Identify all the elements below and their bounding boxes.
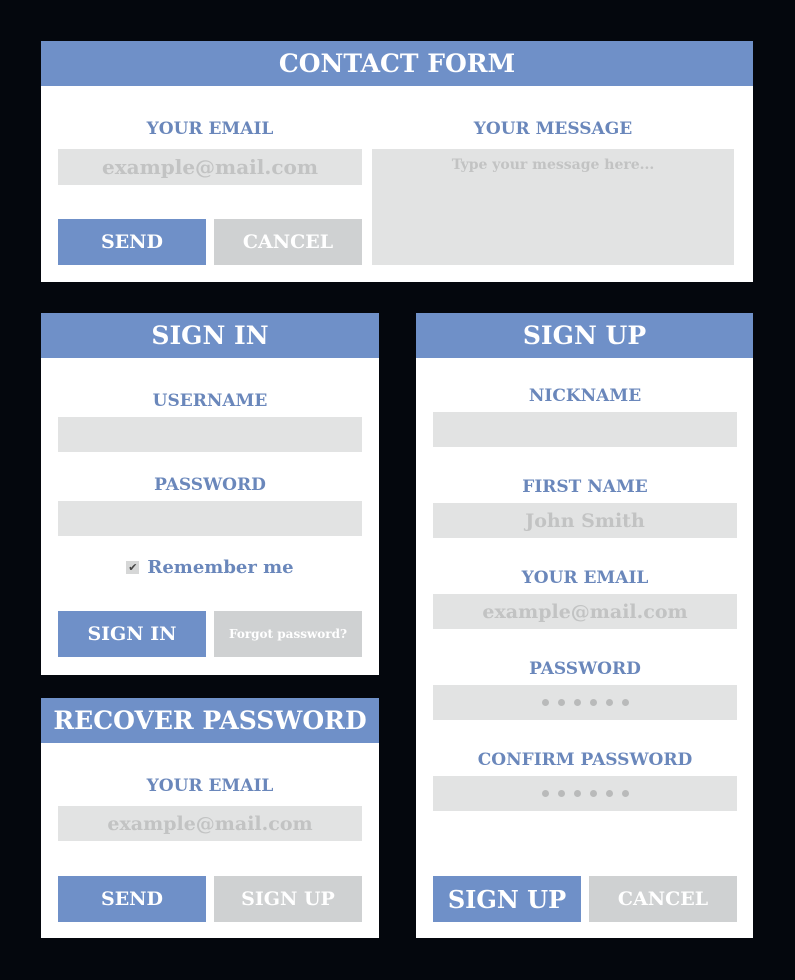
confirm-password-mask: [433, 776, 737, 811]
mask-dot: [621, 790, 629, 797]
sign-up-title: SIGN UP: [416, 313, 753, 358]
password-input[interactable]: [58, 501, 362, 536]
mask-dot: [541, 790, 549, 797]
checkmark-icon: ✔: [128, 561, 138, 574]
mask-dot: [573, 790, 581, 797]
mask-dot: [541, 699, 549, 706]
recover-password-panel: RECOVER PASSWORD YOUR EMAIL SEND SIGN UP: [41, 698, 379, 938]
sign-in-panel: SIGN IN USERNAME PASSWORD ✔ Remember me …: [41, 313, 379, 675]
remember-me-label: Remember me: [147, 557, 294, 578]
mask-dot: [621, 699, 629, 706]
mask-dot: [557, 790, 565, 797]
sign-up-cancel-button[interactable]: CANCEL: [589, 876, 737, 922]
confirm-password-label: CONFIRM PASSWORD: [477, 750, 693, 770]
confirm-password-input[interactable]: [433, 776, 737, 811]
password-label: PASSWORD: [154, 475, 266, 495]
contact-email-label: YOUR EMAIL: [146, 119, 274, 139]
password-mask: [433, 685, 737, 720]
recover-email-input[interactable]: [58, 806, 362, 841]
remember-me-checkbox[interactable]: ✔: [126, 561, 140, 574]
sign-in-title: SIGN IN: [41, 313, 379, 358]
mask-dot: [557, 699, 565, 706]
contact-form-title: CONTACT FORM: [41, 41, 753, 86]
mask-dot: [589, 790, 597, 797]
remember-me-row[interactable]: ✔ Remember me: [41, 557, 379, 578]
recover-sign-up-button[interactable]: SIGN UP: [214, 876, 362, 922]
nickname-input[interactable]: [433, 412, 737, 447]
username-input[interactable]: [58, 417, 362, 452]
mask-dot: [605, 790, 613, 797]
contact-form-panel: CONTACT FORM YOUR EMAIL YOUR MESSAGE SEN…: [41, 41, 753, 282]
mask-dot: [605, 699, 613, 706]
contact-message-label: YOUR MESSAGE: [473, 119, 633, 139]
mask-dot: [589, 699, 597, 706]
mask-dot: [573, 699, 581, 706]
sign-up-panel: SIGN UP NICKNAME FIRST NAME YOUR EMAIL P…: [416, 313, 753, 938]
nickname-label: NICKNAME: [528, 386, 642, 406]
first-name-input[interactable]: [433, 503, 737, 538]
sign-up-button[interactable]: SIGN UP: [433, 876, 581, 922]
recover-send-button[interactable]: SEND: [58, 876, 206, 922]
contact-send-button[interactable]: SEND: [58, 219, 206, 265]
sign-up-email-input[interactable]: [433, 594, 737, 629]
sign-in-button[interactable]: SIGN IN: [58, 611, 206, 657]
username-label: USERNAME: [152, 391, 268, 411]
contact-email-input[interactable]: [58, 149, 362, 185]
first-name-label: FIRST NAME: [522, 477, 648, 497]
sign-up-email-label: YOUR EMAIL: [521, 568, 649, 588]
recover-password-title: RECOVER PASSWORD: [41, 698, 379, 743]
contact-message-textarea[interactable]: [372, 149, 734, 265]
sign-up-password-input[interactable]: [433, 685, 737, 720]
recover-email-label: YOUR EMAIL: [146, 776, 274, 796]
forgot-password-button[interactable]: Forgot password?: [214, 611, 362, 657]
sign-up-password-label: PASSWORD: [529, 659, 641, 679]
contact-cancel-button[interactable]: CANCEL: [214, 219, 362, 265]
